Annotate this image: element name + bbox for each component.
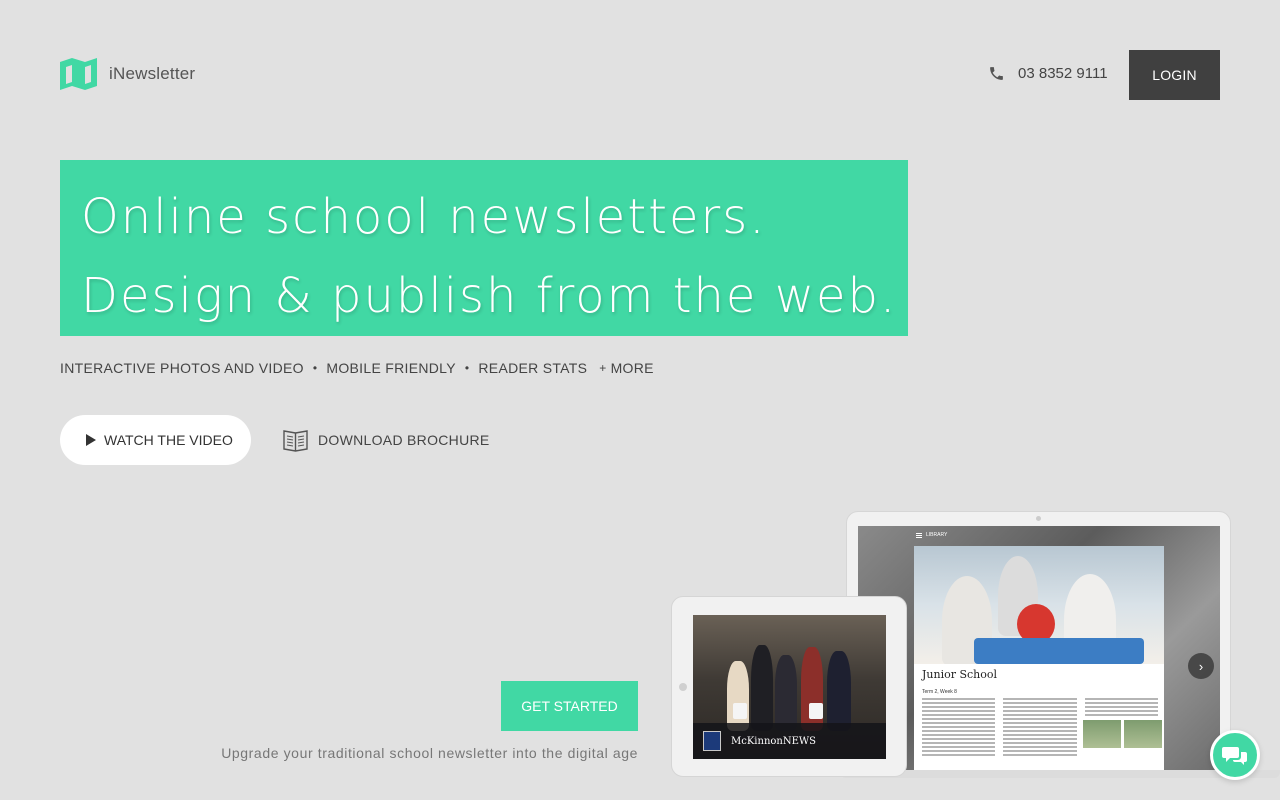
brand-name: iNewsletter: [109, 64, 196, 83]
library-label: LIBRARY: [926, 532, 948, 538]
laptop-base: [840, 770, 1280, 778]
page-subheading: Term 2, Week 8: [922, 689, 957, 695]
feature-list: INTERACTIVE PHOTOS AND VIDEO • MOBILE FR…: [60, 360, 654, 376]
menu-icon: [916, 532, 922, 538]
laptop-screen: LIBRARY Junior School Term 2, Week 8 ›: [858, 526, 1220, 772]
feature-separator: •: [312, 361, 318, 375]
login-button[interactable]: LOGIN: [1129, 50, 1220, 100]
phone-icon: [990, 67, 1003, 80]
chat-button[interactable]: [1210, 730, 1260, 780]
tablet-mockup: McKinnonNEWS: [671, 596, 907, 777]
chevron-right-icon[interactable]: ›: [1188, 653, 1214, 679]
feature-item: INTERACTIVE PHOTOS AND VIDEO: [60, 360, 304, 376]
brand-logo[interactable]: iNewsletter: [60, 58, 195, 90]
phone-contact[interactable]: 03 8352 9111: [988, 65, 1108, 82]
hero-headline-line-2: Design & publish from the web.: [81, 268, 898, 324]
classroom-photo: [914, 546, 1164, 664]
page-heading: Junior School: [922, 668, 998, 681]
get-started-button[interactable]: GET STARTED: [501, 681, 638, 731]
download-brochure-link[interactable]: DOWNLOAD BROCHURE: [283, 427, 490, 452]
more-plus-icon[interactable]: +: [599, 361, 606, 375]
map-icon: [60, 58, 97, 90]
hero-headline-line-1: Online school newsletters.: [81, 189, 767, 245]
phone-number: 03 8352 9111: [1018, 65, 1108, 82]
photo-thumbnails: [1083, 720, 1162, 748]
watch-video-label: WATCH THE VIDEO: [104, 432, 233, 448]
tablet-screen: McKinnonNEWS: [693, 615, 886, 759]
school-crest-icon: [703, 731, 721, 751]
download-brochure-label: DOWNLOAD BROCHURE: [318, 431, 490, 448]
book-icon: [283, 430, 308, 452]
feature-separator: •: [464, 361, 470, 375]
tablet-home-button: [679, 683, 687, 691]
tablet-caption-bar: McKinnonNEWS: [693, 723, 886, 759]
tablet-caption: McKinnonNEWS: [731, 735, 817, 747]
chat-bubbles-icon: [1222, 747, 1247, 765]
newsletter-page-preview: Junior School Term 2, Week 8: [914, 546, 1164, 772]
watch-video-button[interactable]: WATCH THE VIDEO: [60, 415, 251, 465]
library-menu[interactable]: LIBRARY: [916, 532, 947, 538]
tagline: Upgrade your traditional school newslett…: [221, 745, 638, 761]
laptop-camera: [1036, 516, 1041, 521]
hero-banner: Online school newsletters. Design & publ…: [60, 160, 908, 336]
feature-item: READER STATS: [478, 360, 588, 376]
feature-item: MOBILE FRIENDLY: [326, 360, 456, 376]
more-features-link[interactable]: MORE: [611, 360, 654, 376]
play-icon: [86, 434, 96, 446]
